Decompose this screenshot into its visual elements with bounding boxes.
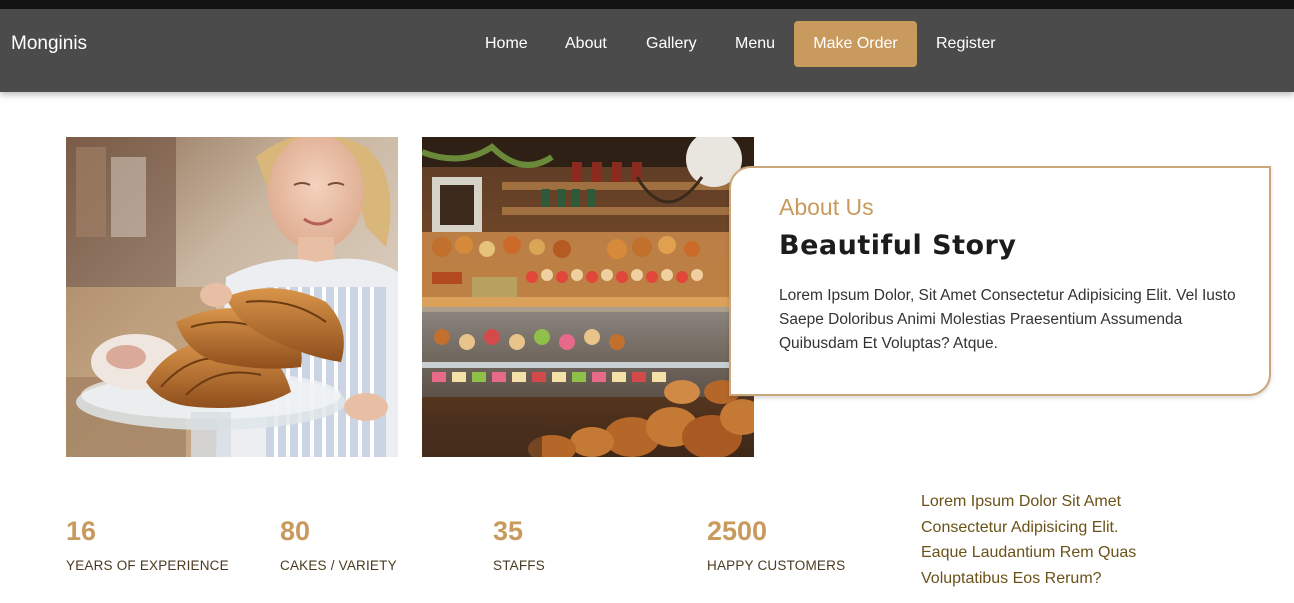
nav-gallery-link[interactable]: Gallery (646, 21, 697, 67)
top-strip (0, 0, 1294, 9)
stat-value: 80 (280, 516, 311, 546)
stat-label: STAFFS (493, 558, 545, 573)
side-text-line: Consectetur Adipisicing Elit. (921, 518, 1119, 536)
baker-photo (66, 137, 398, 457)
about-card: About Us Beautiful Story Lorem Ipsum Dol… (729, 166, 1271, 396)
make-order-button[interactable]: Make Order (794, 21, 917, 67)
side-text-line: Eaque Laudantium Rem Quas (921, 544, 1137, 561)
side-text-line: Lorem Ipsum Dolor Sit Amet (921, 493, 1122, 510)
side-text: Lorem Ipsum Dolor Sit Amet Consectetur A… (921, 489, 1181, 591)
side-text-line: Voluptatibus Eos Rerum? (921, 569, 1102, 587)
about-title: Beautiful Story (779, 230, 1017, 261)
stat-label: HAPPY CUSTOMERS (707, 558, 846, 573)
stat-experience: 16 YEARS OF EXPERIENCE (66, 514, 229, 573)
stat-label: YEARS OF EXPERIENCE (66, 558, 229, 573)
stat-cakes: 80 CAKES / VARIETY (280, 514, 397, 573)
bakery-display-photo (422, 137, 754, 457)
stat-value: 16 (66, 516, 97, 546)
nav-about-link[interactable]: About (565, 21, 607, 67)
nav-menu-link[interactable]: Menu (735, 21, 775, 67)
stat-label: CAKES / VARIETY (280, 558, 397, 573)
navbar: Monginis Home About Gallery Menu Make Or… (0, 9, 1294, 92)
stat-value: 35 (493, 516, 524, 546)
nav-home-link[interactable]: Home (485, 21, 528, 67)
nav-register-link[interactable]: Register (936, 21, 996, 67)
stat-staffs: 35 STAFFS (493, 514, 545, 573)
about-kicker: About Us (779, 194, 874, 220)
main-nav: Home About Gallery Menu Make Order Regis… (0, 21, 1294, 67)
stat-customers: 2500 HAPPY CUSTOMERS (707, 514, 845, 573)
stat-value: 2500 (707, 516, 768, 546)
about-body: Lorem Ipsum Dolor, Sit Amet Consectetur … (779, 287, 1236, 352)
